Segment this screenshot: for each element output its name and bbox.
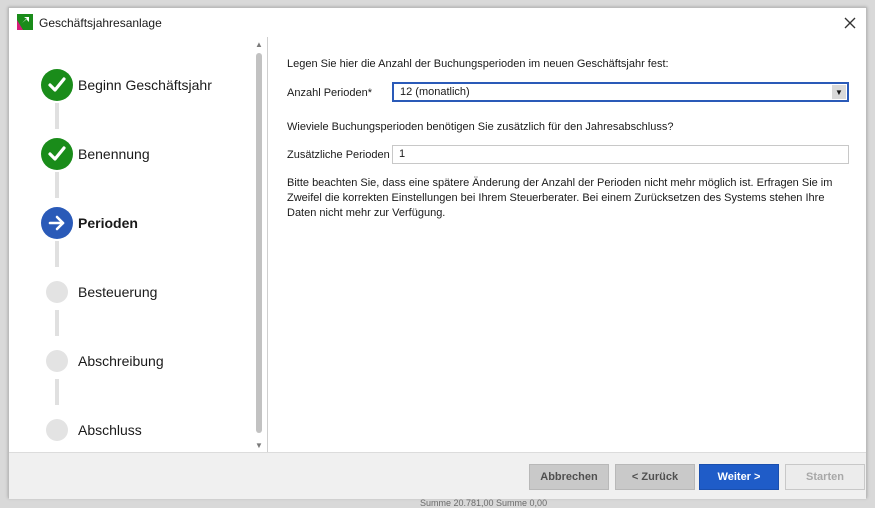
step-scrollbar[interactable]: ▲ ▼ bbox=[253, 37, 266, 452]
scroll-thumb[interactable] bbox=[256, 53, 262, 433]
step-connector bbox=[55, 241, 59, 267]
intro-text: Legen Sie hier die Anzahl der Buchungspe… bbox=[287, 58, 669, 70]
cancel-button[interactable]: Abbrechen bbox=[529, 464, 609, 490]
extra-periods-label: Zusätzliche Perioden bbox=[287, 149, 390, 161]
step-label: Perioden bbox=[78, 215, 138, 231]
back-button[interactable]: < Zurück bbox=[615, 464, 695, 490]
step-connector bbox=[55, 379, 59, 405]
extra-periods-input[interactable]: 1 bbox=[392, 145, 849, 164]
checkmark-icon bbox=[41, 69, 73, 101]
step-connector bbox=[55, 103, 59, 129]
pending-step-icon bbox=[46, 281, 68, 303]
start-button[interactable]: Starten bbox=[785, 464, 865, 490]
extra-periods-value: 1 bbox=[399, 148, 406, 160]
next-button[interactable]: Weiter > bbox=[699, 464, 779, 490]
periods-select[interactable]: 12 (monatlich) ▼ bbox=[392, 82, 849, 102]
step-connector bbox=[55, 310, 59, 336]
step-abschluss[interactable]: Abschluss bbox=[41, 413, 142, 447]
app-logo-icon bbox=[17, 14, 33, 30]
periods-label: Anzahl Perioden* bbox=[287, 87, 373, 99]
periods-select-value: 12 (monatlich) bbox=[400, 86, 470, 98]
step-perioden[interactable]: Perioden bbox=[41, 206, 138, 240]
step-connector bbox=[55, 172, 59, 198]
panel-divider bbox=[267, 37, 268, 452]
dialog-window: Geschäftsjahresanlage Beginn Geschäftsja… bbox=[8, 7, 867, 499]
window-title: Geschäftsjahresanlage bbox=[39, 16, 162, 30]
scroll-down-arrow-icon[interactable]: ▼ bbox=[255, 441, 263, 450]
notice-text: Bitte beachten Sie, dass eine spätere Än… bbox=[287, 177, 833, 219]
step-label: Abschluss bbox=[78, 422, 142, 438]
checkmark-icon bbox=[41, 138, 73, 170]
pending-step-icon bbox=[46, 350, 68, 372]
pending-step-icon bbox=[46, 419, 68, 441]
dropdown-arrow-icon[interactable]: ▼ bbox=[832, 85, 846, 99]
close-icon bbox=[844, 17, 856, 29]
step-label: Beginn Geschäftsjahr bbox=[78, 77, 212, 93]
arrow-right-icon bbox=[41, 207, 73, 239]
step-beginn-geschaeftsjahr[interactable]: Beginn Geschäftsjahr bbox=[41, 68, 212, 102]
step-abschreibung[interactable]: Abschreibung bbox=[41, 344, 164, 378]
scroll-up-arrow-icon[interactable]: ▲ bbox=[255, 40, 263, 49]
background-window-text: Summe 20.781,00 Summe 0,00 bbox=[420, 498, 548, 508]
step-label: Besteuerung bbox=[78, 284, 158, 300]
step-label: Abschreibung bbox=[78, 353, 164, 369]
close-button[interactable] bbox=[839, 12, 861, 34]
step-benennung[interactable]: Benennung bbox=[41, 137, 150, 171]
button-bar: Abbrechen < Zurück Weiter > Starten bbox=[9, 452, 866, 499]
step-navigation: Beginn Geschäftsjahr Benennung Perioden … bbox=[9, 37, 268, 452]
step-label: Benennung bbox=[78, 146, 150, 162]
extra-periods-question: Wieviele Buchungsperioden benötigen Sie … bbox=[287, 121, 674, 133]
step-besteuerung[interactable]: Besteuerung bbox=[41, 275, 157, 309]
title-bar: Geschäftsjahresanlage bbox=[9, 8, 866, 37]
